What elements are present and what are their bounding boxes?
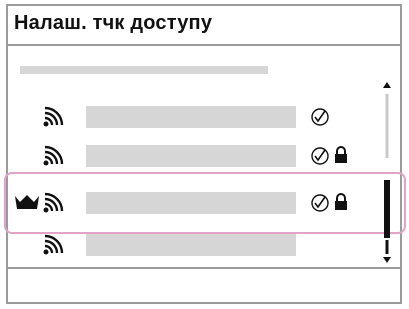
scrollbar-thumb[interactable] (384, 180, 390, 238)
network-name-placeholder (86, 192, 296, 214)
network-name-placeholder (86, 234, 296, 256)
check-circle-icon (311, 194, 329, 212)
title-bar: Налаш. тчк доступу (8, 6, 400, 46)
network-name-placeholder (86, 106, 296, 128)
page-title: Налаш. тчк доступу (14, 12, 213, 34)
scroll-up-arrow-icon[interactable] (383, 82, 391, 88)
list-header-placeholder (20, 66, 268, 74)
lock-icon (335, 193, 347, 210)
list-item-access-point-2[interactable] (8, 135, 400, 175)
wifi-signal-icon (43, 192, 64, 213)
scroll-down-arrow-icon[interactable] (383, 257, 391, 263)
wifi-signal-icon (43, 145, 64, 166)
wifi-signal-icon (43, 106, 64, 127)
scrollbar[interactable] (380, 80, 394, 270)
check-circle-icon (311, 108, 329, 126)
list-item-access-point-1[interactable] (8, 96, 400, 136)
list-item-access-point-3-selected[interactable] (8, 182, 400, 222)
wifi-signal-icon (43, 234, 64, 255)
access-point-settings-panel: Налаш. тчк доступу (4, 4, 406, 304)
check-circle-icon (311, 147, 329, 165)
lock-icon (335, 146, 347, 163)
network-name-placeholder (86, 145, 296, 167)
scrollbar-track-lower (385, 240, 389, 254)
crown-icon (15, 195, 39, 209)
scrollbar-track (385, 94, 389, 158)
list-item-access-point-4[interactable] (8, 224, 400, 264)
bottom-divider (8, 267, 400, 269)
